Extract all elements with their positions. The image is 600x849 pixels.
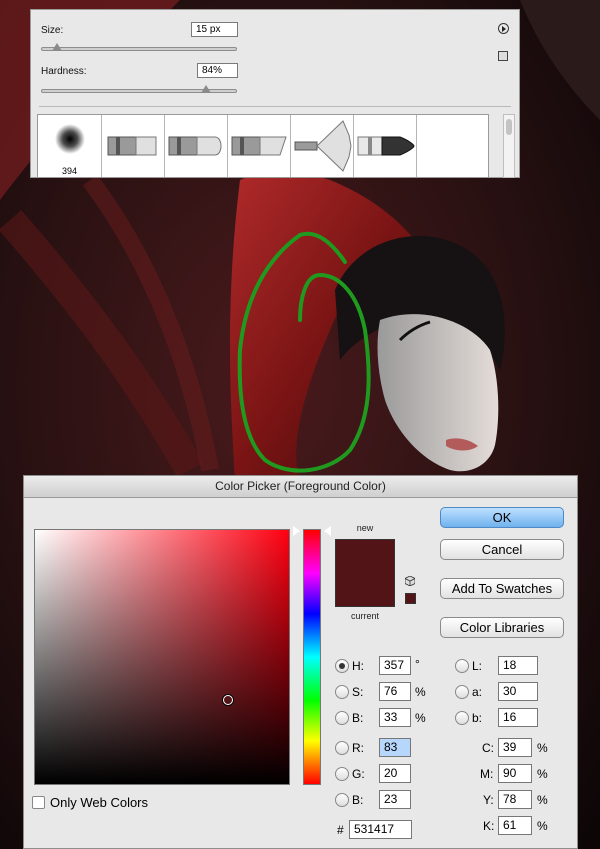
hex-label: # <box>337 823 344 837</box>
brush-preset-round-blunt[interactable] <box>165 115 228 177</box>
dialog-title: Color Picker (Foreground Color) <box>24 476 577 498</box>
a-channel-input[interactable]: 30 <box>498 682 538 701</box>
cyan-unit: % <box>537 741 548 755</box>
hex-input[interactable]: 531417 <box>349 820 412 839</box>
hue-slider-left-arrow[interactable] <box>293 526 300 537</box>
new-color-label: new <box>356 523 374 533</box>
size-slider-thumb[interactable] <box>51 43 62 51</box>
magenta-input[interactable]: 90 <box>498 764 532 783</box>
current-color-label: current <box>350 611 379 621</box>
green-input[interactable]: 20 <box>379 764 411 783</box>
gamut-cube-icon[interactable] <box>405 576 415 586</box>
hardness-slider-thumb[interactable] <box>200 85 211 93</box>
round-fine-brush-icon <box>357 136 415 156</box>
magenta-unit: % <box>537 767 548 781</box>
brush-list-scroll-thumb[interactable] <box>506 119 512 135</box>
panel-divider <box>39 106 511 107</box>
key-input[interactable]: 61 <box>498 816 532 835</box>
b-channel-label: b: <box>472 711 483 725</box>
yellow-label: Y: <box>483 793 494 807</box>
soft-round-brush-icon <box>55 124 85 154</box>
blue-input[interactable]: 23 <box>379 790 411 809</box>
hue-input[interactable]: 357 <box>379 656 411 675</box>
brush-preset-soft-round[interactable]: 394 <box>38 115 102 177</box>
angled-flat-brush-icon <box>231 136 287 156</box>
brush-list-scrollbar[interactable] <box>503 114 515 178</box>
brush-size-label: 394 <box>61 166 78 176</box>
key-label: K: <box>483 819 495 833</box>
lightness-input[interactable]: 18 <box>498 656 538 675</box>
current-color-swatch[interactable] <box>336 573 394 606</box>
color-field-marker[interactable] <box>223 695 234 706</box>
cyan-input[interactable]: 39 <box>498 738 532 757</box>
hue-radio[interactable] <box>335 659 349 673</box>
fan-brush-icon <box>294 120 352 172</box>
key-unit: % <box>537 819 548 833</box>
magenta-label: M: <box>480 767 494 781</box>
red-input[interactable]: 83 <box>379 738 411 757</box>
brush-preset-flat[interactable] <box>102 115 165 177</box>
color-libraries-button[interactable]: Color Libraries <box>440 617 564 638</box>
flat-brush-icon <box>107 136 157 156</box>
a-channel-label: a: <box>472 685 483 699</box>
brush-preset-round-fine[interactable] <box>354 115 417 177</box>
hue-slider-right-arrow[interactable] <box>324 526 331 537</box>
size-slider-track[interactable] <box>41 47 237 51</box>
red-radio[interactable] <box>335 741 349 755</box>
saturation-brightness-field[interactable] <box>34 529 290 785</box>
brightness-label: B: <box>352 711 364 725</box>
brush-preset-empty <box>417 115 480 177</box>
lightness-radio[interactable] <box>455 659 469 673</box>
green-label: G: <box>352 767 365 781</box>
saturation-label: S: <box>352 685 364 699</box>
only-web-colors-checkbox[interactable] <box>32 796 45 809</box>
green-radio[interactable] <box>335 767 349 781</box>
saturation-input[interactable]: 76 <box>379 682 411 701</box>
brush-preset-list: 394 <box>37 114 489 178</box>
a-channel-radio[interactable] <box>455 685 469 699</box>
b-channel-input[interactable]: 16 <box>498 708 538 727</box>
brush-preset-angled-flat[interactable] <box>228 115 291 177</box>
hardness-label: Hardness: <box>41 66 87 77</box>
cancel-button[interactable]: Cancel <box>440 539 564 560</box>
size-label: Size: <box>41 25 64 36</box>
color-preview-swatch <box>335 539 395 607</box>
new-color-swatch <box>336 540 394 573</box>
brush-preset-fan[interactable] <box>291 115 354 177</box>
blue-label: B: <box>352 793 364 807</box>
brightness-input[interactable]: 33 <box>379 708 411 727</box>
cyan-label: C: <box>482 741 494 755</box>
saturation-radio[interactable] <box>335 685 349 699</box>
saturation-unit: % <box>415 685 426 699</box>
ok-button[interactable]: OK <box>440 507 564 528</box>
color-picker-dialog: Color Picker (Foreground Color) new curr… <box>23 475 578 849</box>
hardness-input[interactable]: 84% <box>197 63 238 78</box>
gamut-warning-swatch[interactable] <box>405 593 416 604</box>
hue-unit: ° <box>415 657 420 671</box>
yellow-input[interactable]: 78 <box>498 790 532 809</box>
add-to-swatches-button[interactable]: Add To Swatches <box>440 578 564 599</box>
new-preset-icon[interactable] <box>498 51 508 61</box>
panel-menu-button[interactable] <box>498 23 509 34</box>
brightness-unit: % <box>415 711 426 725</box>
red-label: R: <box>352 741 364 755</box>
blue-radio[interactable] <box>335 793 349 807</box>
yellow-unit: % <box>537 793 548 807</box>
size-input[interactable]: 15 px <box>191 22 238 37</box>
round-blunt-brush-icon <box>168 136 222 156</box>
brush-preset-panel: Size: 15 px Hardness: 84% 394 <box>30 9 520 178</box>
only-web-colors-label: Only Web Colors <box>50 795 149 810</box>
hue-slider[interactable] <box>303 529 321 785</box>
lightness-label: L: <box>472 659 483 673</box>
hue-label: H: <box>352 659 364 673</box>
brightness-radio[interactable] <box>335 711 349 725</box>
b-channel-radio[interactable] <box>455 711 469 725</box>
